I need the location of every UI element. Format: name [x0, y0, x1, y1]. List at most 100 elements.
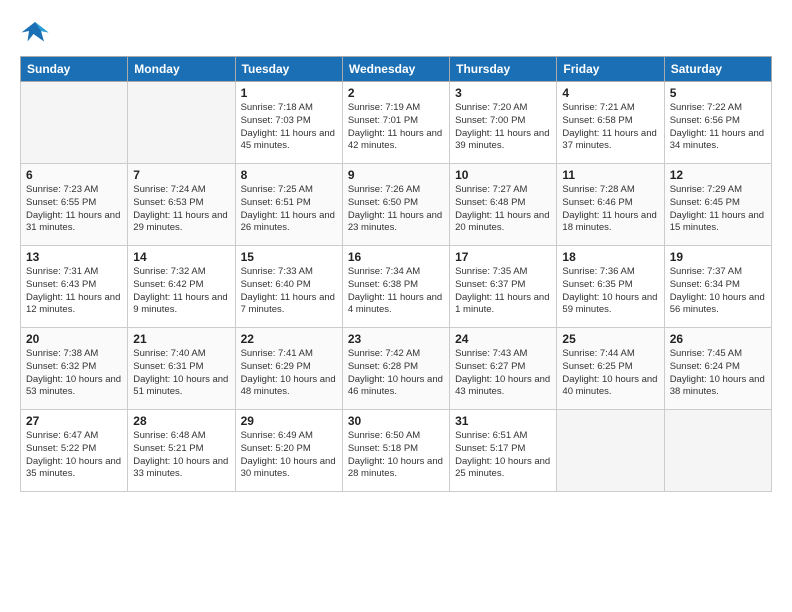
calendar-header-row: SundayMondayTuesdayWednesdayThursdayFrid…	[21, 57, 772, 82]
cell-info: Sunrise: 7:38 AM Sunset: 6:32 PM Dayligh…	[26, 348, 122, 399]
cell-info: Sunrise: 7:40 AM Sunset: 6:31 PM Dayligh…	[133, 348, 229, 399]
weekday-header-monday: Monday	[128, 57, 235, 82]
calendar-week-0: 1 Sunrise: 7:18 AM Sunset: 7:03 PM Daylig…	[21, 82, 772, 164]
calendar-week-3: 20 Sunrise: 7:38 AM Sunset: 6:32 PM Dayli…	[21, 328, 772, 410]
day-number: 11	[562, 168, 658, 182]
cell-info: Sunrise: 6:51 AM Sunset: 5:17 PM Dayligh…	[455, 430, 551, 481]
cell-info: Sunrise: 7:20 AM Sunset: 7:00 PM Dayligh…	[455, 102, 551, 153]
cell-info: Sunrise: 7:33 AM Sunset: 6:40 PM Dayligh…	[241, 266, 337, 317]
day-number: 12	[670, 168, 766, 182]
weekday-header-tuesday: Tuesday	[235, 57, 342, 82]
cell-info: Sunrise: 7:44 AM Sunset: 6:25 PM Dayligh…	[562, 348, 658, 399]
calendar-cell: 22Sunrise: 7:41 AM Sunset: 6:29 PM Dayli…	[235, 328, 342, 410]
cell-info: Sunrise: 7:37 AM Sunset: 6:34 PM Dayligh…	[670, 266, 766, 317]
day-number: 18	[562, 250, 658, 264]
calendar-cell: 4Sunrise: 7:21 AM Sunset: 6:58 PM Daylig…	[557, 82, 664, 164]
weekday-header-sunday: Sunday	[21, 57, 128, 82]
day-number: 27	[26, 414, 122, 428]
calendar-cell: 31 Sunrise: 6:51 AM Sunset: 5:17 PM Dayli…	[450, 410, 557, 492]
calendar-cell: 18 Sunrise: 7:36 AM Sunset: 6:35 PM Dayli…	[557, 246, 664, 328]
day-number: 24	[455, 332, 551, 346]
calendar-cell	[557, 410, 664, 492]
calendar-cell: 21 Sunrise: 7:40 AM Sunset: 6:31 PM Dayli…	[128, 328, 235, 410]
calendar-week-4: 27 Sunrise: 6:47 AM Sunset: 5:22 PM Dayli…	[21, 410, 772, 492]
calendar-cell: 7Sunrise: 7:24 AM Sunset: 6:53 PM Daylig…	[128, 164, 235, 246]
day-number: 1	[241, 86, 337, 100]
cell-info: Sunrise: 7:43 AM Sunset: 6:27 PM Dayligh…	[455, 348, 551, 399]
calendar-week-2: 13Sunrise: 7:31 AM Sunset: 6:43 PM Dayli…	[21, 246, 772, 328]
calendar-table: SundayMondayTuesdayWednesdayThursdayFrid…	[20, 56, 772, 492]
cell-info: Sunrise: 6:47 AM Sunset: 5:22 PM Dayligh…	[26, 430, 122, 481]
day-number: 14	[133, 250, 229, 264]
calendar-cell: 24 Sunrise: 7:43 AM Sunset: 6:27 PM Dayli…	[450, 328, 557, 410]
day-number: 3	[455, 86, 551, 100]
day-number: 20	[26, 332, 122, 346]
day-number: 26	[670, 332, 766, 346]
day-number: 19	[670, 250, 766, 264]
header	[20, 16, 772, 46]
cell-info: Sunrise: 7:32 AM Sunset: 6:42 PM Dayligh…	[133, 266, 229, 317]
day-number: 8	[241, 168, 337, 182]
cell-info: Sunrise: 7:29 AM Sunset: 6:45 PM Dayligh…	[670, 184, 766, 235]
calendar-cell: 29Sunrise: 6:49 AM Sunset: 5:20 PM Dayli…	[235, 410, 342, 492]
day-number: 6	[26, 168, 122, 182]
calendar-cell	[21, 82, 128, 164]
calendar-cell: 15 Sunrise: 7:33 AM Sunset: 6:40 PM Dayli…	[235, 246, 342, 328]
day-number: 2	[348, 86, 444, 100]
calendar-cell: 13Sunrise: 7:31 AM Sunset: 6:43 PM Dayli…	[21, 246, 128, 328]
weekday-header-friday: Friday	[557, 57, 664, 82]
calendar-cell: 9 Sunrise: 7:26 AM Sunset: 6:50 PM Daylig…	[342, 164, 449, 246]
cell-info: Sunrise: 7:27 AM Sunset: 6:48 PM Dayligh…	[455, 184, 551, 235]
weekday-header-wednesday: Wednesday	[342, 57, 449, 82]
cell-info: Sunrise: 7:42 AM Sunset: 6:28 PM Dayligh…	[348, 348, 444, 399]
cell-info: Sunrise: 7:18 AM Sunset: 7:03 PM Dayligh…	[241, 102, 337, 153]
day-number: 21	[133, 332, 229, 346]
weekday-header-saturday: Saturday	[664, 57, 771, 82]
cell-info: Sunrise: 6:49 AM Sunset: 5:20 PM Dayligh…	[241, 430, 337, 481]
cell-info: Sunrise: 7:28 AM Sunset: 6:46 PM Dayligh…	[562, 184, 658, 235]
day-number: 28	[133, 414, 229, 428]
cell-info: Sunrise: 7:41 AM Sunset: 6:29 PM Dayligh…	[241, 348, 337, 399]
day-number: 9	[348, 168, 444, 182]
day-number: 30	[348, 414, 444, 428]
cell-info: Sunrise: 7:35 AM Sunset: 6:37 PM Dayligh…	[455, 266, 551, 317]
day-number: 13	[26, 250, 122, 264]
day-number: 15	[241, 250, 337, 264]
calendar-cell: 6 Sunrise: 7:23 AM Sunset: 6:55 PM Daylig…	[21, 164, 128, 246]
calendar-cell: 2 Sunrise: 7:19 AM Sunset: 7:01 PM Daylig…	[342, 82, 449, 164]
calendar-cell: 10 Sunrise: 7:27 AM Sunset: 6:48 PM Dayli…	[450, 164, 557, 246]
cell-info: Sunrise: 7:19 AM Sunset: 7:01 PM Dayligh…	[348, 102, 444, 153]
calendar-cell: 14 Sunrise: 7:32 AM Sunset: 6:42 PM Dayli…	[128, 246, 235, 328]
calendar-cell: 16Sunrise: 7:34 AM Sunset: 6:38 PM Dayli…	[342, 246, 449, 328]
weekday-header-thursday: Thursday	[450, 57, 557, 82]
day-number: 5	[670, 86, 766, 100]
calendar-cell: 23 Sunrise: 7:42 AM Sunset: 6:28 PM Dayli…	[342, 328, 449, 410]
calendar-cell: 11 Sunrise: 7:28 AM Sunset: 6:46 PM Dayli…	[557, 164, 664, 246]
day-number: 31	[455, 414, 551, 428]
calendar-cell: 5 Sunrise: 7:22 AM Sunset: 6:56 PM Daylig…	[664, 82, 771, 164]
page-container: SundayMondayTuesdayWednesdayThursdayFrid…	[0, 0, 792, 612]
day-number: 25	[562, 332, 658, 346]
calendar-cell: 20 Sunrise: 7:38 AM Sunset: 6:32 PM Dayli…	[21, 328, 128, 410]
cell-info: Sunrise: 7:22 AM Sunset: 6:56 PM Dayligh…	[670, 102, 766, 153]
day-number: 16	[348, 250, 444, 264]
cell-info: Sunrise: 7:25 AM Sunset: 6:51 PM Dayligh…	[241, 184, 337, 235]
calendar-cell	[664, 410, 771, 492]
calendar-cell: 19 Sunrise: 7:37 AM Sunset: 6:34 PM Dayli…	[664, 246, 771, 328]
calendar-cell: 27 Sunrise: 6:47 AM Sunset: 5:22 PM Dayli…	[21, 410, 128, 492]
calendar-cell: 17Sunrise: 7:35 AM Sunset: 6:37 PM Dayli…	[450, 246, 557, 328]
calendar-cell: 28 Sunrise: 6:48 AM Sunset: 5:21 PM Dayli…	[128, 410, 235, 492]
calendar-week-1: 6 Sunrise: 7:23 AM Sunset: 6:55 PM Daylig…	[21, 164, 772, 246]
calendar-cell: 30 Sunrise: 6:50 AM Sunset: 5:18 PM Dayli…	[342, 410, 449, 492]
cell-info: Sunrise: 7:26 AM Sunset: 6:50 PM Dayligh…	[348, 184, 444, 235]
day-number: 23	[348, 332, 444, 346]
cell-info: Sunrise: 7:23 AM Sunset: 6:55 PM Dayligh…	[26, 184, 122, 235]
calendar-cell: 25 Sunrise: 7:44 AM Sunset: 6:25 PM Dayli…	[557, 328, 664, 410]
cell-info: Sunrise: 7:36 AM Sunset: 6:35 PM Dayligh…	[562, 266, 658, 317]
cell-info: Sunrise: 7:21 AM Sunset: 6:58 PM Dayligh…	[562, 102, 658, 153]
cell-info: Sunrise: 7:45 AM Sunset: 6:24 PM Dayligh…	[670, 348, 766, 399]
cell-info: Sunrise: 6:48 AM Sunset: 5:21 PM Dayligh…	[133, 430, 229, 481]
day-number: 10	[455, 168, 551, 182]
cell-info: Sunrise: 6:50 AM Sunset: 5:18 PM Dayligh…	[348, 430, 444, 481]
calendar-cell: 1 Sunrise: 7:18 AM Sunset: 7:03 PM Daylig…	[235, 82, 342, 164]
